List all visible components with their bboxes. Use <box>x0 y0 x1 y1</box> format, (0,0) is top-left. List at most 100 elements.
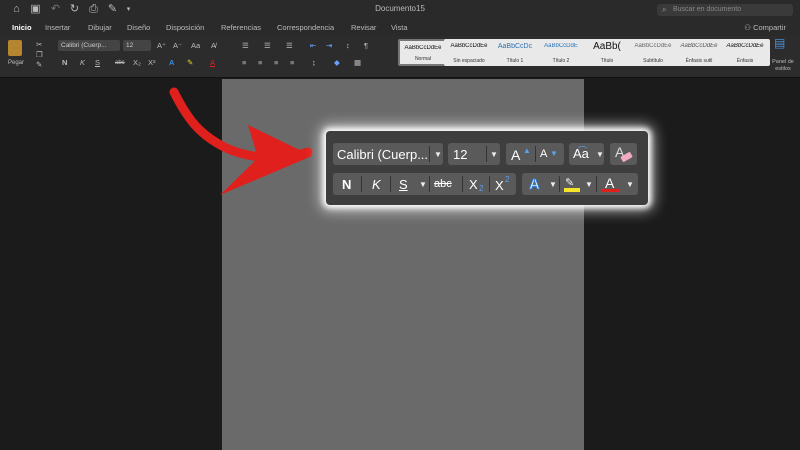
highlight-icon[interactable]: ✎ <box>187 58 193 68</box>
style-subtle-emphasis[interactable]: AaBbCcDdEe Énfasis sutil <box>674 39 724 66</box>
format-painter-icon[interactable]: ✎ <box>106 3 119 16</box>
italic-button[interactable]: K <box>363 173 389 195</box>
grow-font-button[interactable]: A ▲ <box>509 143 535 165</box>
align-right-icon[interactable]: ≡ <box>274 58 278 68</box>
numbering-icon[interactable]: ☰ <box>264 41 271 51</box>
tab-diseno[interactable]: Diseño <box>127 23 150 32</box>
shrink-font-button[interactable]: A ▼ <box>538 143 564 165</box>
bullets-icon[interactable]: ☰ <box>242 41 249 51</box>
align-left-icon[interactable]: ≡ <box>242 58 246 68</box>
increase-indent-icon[interactable]: ⇥ <box>326 41 332 51</box>
highlight-button[interactable]: ✎ ▼ <box>561 173 595 195</box>
clear-format-icon[interactable]: A̸ <box>211 41 216 51</box>
borders-icon[interactable]: ▦ <box>354 58 361 68</box>
tab-referencias[interactable]: Referencias <box>221 23 261 32</box>
font-color-icon[interactable]: A <box>210 58 215 68</box>
home-ribbon: Pegar ✂ ❐ ✎ Calibri (Cuerp... 12 A⁺ A⁻ A… <box>0 36 800 78</box>
cut-icon[interactable]: ✂ <box>36 40 42 50</box>
format-brush-icon[interactable]: ✎ <box>36 60 42 70</box>
font-name-value: Calibri (Cuerp... <box>337 147 429 162</box>
justify-icon[interactable]: ≡ <box>290 58 294 68</box>
add-person-icon: ⚇ <box>744 23 751 32</box>
decrease-indent-icon[interactable]: ⇤ <box>310 41 316 51</box>
subscript-icon[interactable]: X₂ <box>133 58 141 68</box>
chevron-down-icon: ▼ <box>419 180 427 189</box>
multilevel-icon[interactable]: ☰ <box>286 41 293 51</box>
strikethrough-button[interactable]: abc <box>431 173 461 195</box>
tab-dibujar[interactable]: Dibujar <box>88 23 112 32</box>
subscript-mark: 2 <box>479 184 484 193</box>
bold-button[interactable]: N <box>336 173 360 195</box>
pilcrow-icon[interactable]: ¶ <box>364 41 368 51</box>
arrow-down-icon: ▼ <box>550 149 558 158</box>
print-icon[interactable]: ⎙ <box>87 3 100 16</box>
ribbon-font-name[interactable]: Calibri (Cuerp... <box>58 40 120 51</box>
text-effects-icon[interactable]: A <box>169 58 174 68</box>
grow-font-icon[interactable]: A⁺ <box>157 41 166 51</box>
style-normal[interactable]: AaBbCcDdEe Normal <box>398 39 448 66</box>
style-emphasis[interactable]: AaBbCcDdEe Énfasis <box>720 39 770 66</box>
customize-chevron-icon[interactable]: ▾ <box>122 3 135 16</box>
sort-icon[interactable]: ↕ <box>346 41 350 51</box>
eraser-icon: A <box>615 144 633 163</box>
tab-insertar[interactable]: Insertar <box>45 23 70 32</box>
style-title[interactable]: AaBb(Título <box>582 39 632 66</box>
superscript-button[interactable]: X 2 <box>491 173 516 195</box>
highlight-swatch <box>564 188 580 192</box>
text-effects-button[interactable]: A ▼ <box>525 173 558 195</box>
shrink-font-icon[interactable]: A⁻ <box>173 41 182 51</box>
tab-inicio[interactable]: Inicio <box>12 23 32 32</box>
styles-pane-label[interactable]: Panel de estilos <box>766 59 800 73</box>
align-center-icon[interactable]: ≡ <box>258 58 262 68</box>
paste-label: Pegar <box>8 60 25 66</box>
font-size-select[interactable]: 12 ▼ <box>448 143 500 165</box>
tab-disposicion[interactable]: Disposición <box>166 23 204 32</box>
search-placeholder: Buscar en documento <box>673 6 742 13</box>
line-spacing-icon[interactable]: ↨ <box>312 58 316 68</box>
underline-icon[interactable]: S <box>95 58 100 68</box>
chevron-down-icon: ▼ <box>490 150 498 159</box>
zoomed-font-toolbar: Calibri (Cuerp... ▼ 12 ▼ A ▲ A ▼ Aa ⌒ ▼ … <box>326 131 648 205</box>
chevron-down-icon: ▼ <box>434 150 442 159</box>
title-bar: ⌂ ▣ ↶ ↻ ⎙ ✎ ▾ Documento15 ⌕ Buscar en do… <box>0 0 800 20</box>
styles-pane-icon[interactable]: ▤ <box>774 37 785 49</box>
underline-button[interactable]: S ▼ <box>392 173 428 195</box>
home-icon[interactable]: ⌂ <box>10 3 23 16</box>
shading-icon[interactable]: ◆ <box>334 58 340 68</box>
ribbon-tabs: Inicio Insertar Dibujar Diseño Disposici… <box>0 20 800 36</box>
style-heading-2[interactable]: AaBbCcDdE Título 2 <box>536 39 586 66</box>
bold-icon[interactable]: N <box>62 58 67 68</box>
font-grow-shrink-group: A ▲ A ▼ <box>506 143 564 165</box>
red-arrow-icon <box>169 87 313 195</box>
font-color-button[interactable]: A ▼ <box>598 173 636 195</box>
ribbon-font-size[interactable]: 12 <box>123 40 151 51</box>
tab-correspondencia[interactable]: Correspondencia <box>277 23 334 32</box>
style-subtitle[interactable]: AaBbCcDdEe Subtítulo <box>628 39 678 66</box>
paste-icon[interactable] <box>8 40 22 56</box>
search-input[interactable]: ⌕ Buscar en documento <box>657 4 793 16</box>
save-icon[interactable]: ▣ <box>29 3 42 16</box>
copy-icon[interactable]: ❐ <box>36 50 43 60</box>
redo-icon[interactable]: ↻ <box>68 3 81 16</box>
clear-formatting-button[interactable]: A <box>610 143 637 165</box>
superscript-icon[interactable]: X² <box>148 58 156 68</box>
tab-vista[interactable]: Vista <box>391 23 408 32</box>
style-no-spacing[interactable]: AaBbCcDdEe Sin espaciado <box>444 39 494 66</box>
tab-revisar[interactable]: Revisar <box>351 23 376 32</box>
document-title: Documento15 <box>375 4 425 13</box>
font-color-swatch <box>602 189 620 192</box>
arrow-up-icon: ▲ <box>523 146 531 155</box>
font-name-select[interactable]: Calibri (Cuerp... ▼ <box>333 143 443 165</box>
undo-icon[interactable]: ↶ <box>49 3 62 16</box>
font-size-value: 12 <box>453 147 468 162</box>
strike-icon[interactable]: abc <box>115 58 125 68</box>
chevron-down-icon: ▼ <box>549 180 557 189</box>
share-button[interactable]: ⚇ Compartir <box>744 23 786 32</box>
change-case-button[interactable]: Aa ⌒ ▼ <box>569 143 604 165</box>
chevron-down-icon: ▼ <box>626 180 634 189</box>
italic-icon[interactable]: K <box>80 58 85 68</box>
chevron-down-icon: ▼ <box>596 150 604 159</box>
subscript-button[interactable]: X 2 <box>464 173 489 195</box>
change-case-icon[interactable]: Aa <box>191 41 200 51</box>
style-heading-1[interactable]: AaBbCcDc Título 1 <box>490 39 540 66</box>
